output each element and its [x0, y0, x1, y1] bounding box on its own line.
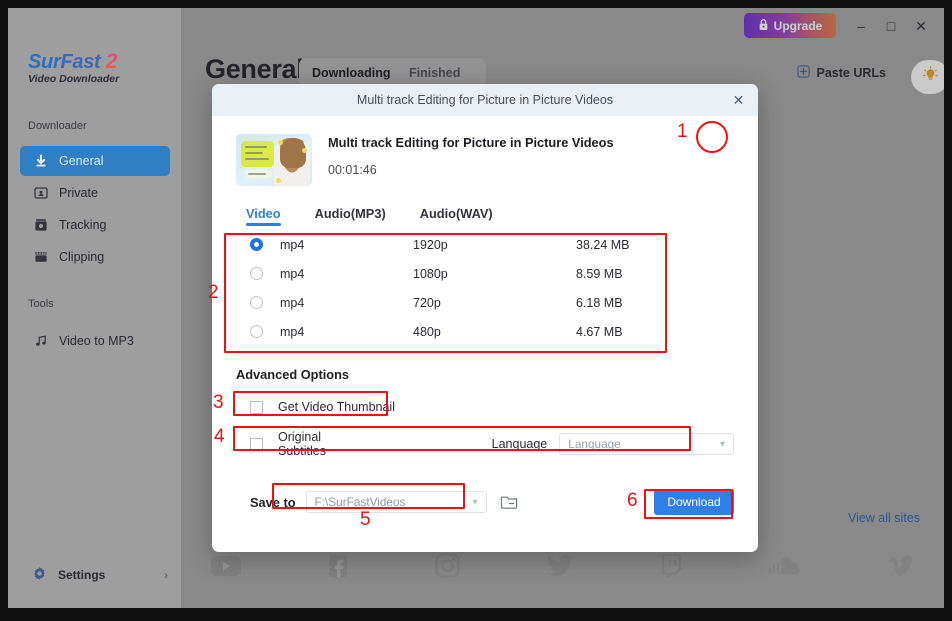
video-thumbnail	[236, 134, 312, 186]
tab-video[interactable]: Video	[246, 206, 281, 226]
row-format: mp4	[280, 266, 305, 281]
close-icon[interactable]: ✕	[729, 91, 748, 110]
dialog-body: Multi track Editing for Picture in Pictu…	[212, 116, 758, 515]
original-subtitles-label: Original Subtitles	[278, 430, 326, 458]
table-row[interactable]: mp4 1920p 38.24 MB	[236, 230, 734, 259]
save-to-row: Save to F:\SurFastVideos ▾ Download	[236, 489, 734, 515]
checkbox[interactable]	[250, 437, 263, 451]
app-window: SurFast 2 Video Downloader Downloader Ge…	[8, 8, 944, 608]
sidebar-item-label: Clipping	[59, 250, 105, 264]
row-resolution: 1920p	[413, 237, 448, 252]
video-meta: Multi track Editing for Picture in Pictu…	[328, 134, 614, 177]
row-size: 8.59 MB	[576, 266, 623, 281]
video-duration: 00:01:46	[328, 163, 377, 177]
format-tab-group: Video Audio(MP3) Audio(WAV)	[236, 206, 734, 226]
dialog-title: Multi track Editing for Picture in Pictu…	[356, 93, 614, 107]
row-resolution: 720p	[413, 295, 441, 310]
logo-text-version: 2	[105, 50, 118, 73]
row-format: mp4	[280, 237, 305, 252]
download-arrow-icon	[33, 154, 48, 169]
gear-icon	[32, 566, 47, 584]
video-title: Multi track Editing for Picture in Pictu…	[328, 135, 614, 150]
music-note-icon	[33, 334, 48, 349]
table-row[interactable]: mp4 720p 6.18 MB	[236, 288, 734, 317]
app-logo: SurFast 2 Video Downloader	[28, 50, 119, 85]
sidebar-item-tracking[interactable]: Tracking	[20, 210, 170, 240]
row-size: 38.24 MB	[576, 237, 630, 252]
download-dialog: Multi track Editing for Picture in Pictu…	[212, 84, 758, 552]
logo-text-fast: Fast	[60, 51, 101, 73]
get-video-thumbnail-row[interactable]: Get Video Thumbnail	[236, 395, 734, 419]
radio-button[interactable]	[250, 267, 263, 280]
folder-open-icon[interactable]	[500, 493, 520, 511]
row-resolution: 1080p	[413, 266, 448, 281]
tab-audio-mp3[interactable]: Audio(MP3)	[315, 206, 386, 226]
sidebar-item-label: General	[59, 154, 104, 168]
save-path-value: F:\SurFastVideos	[314, 495, 406, 509]
row-format: mp4	[280, 324, 305, 339]
sidebar-item-settings[interactable]: Settings ›	[32, 564, 168, 586]
chevron-down-icon: ▾	[719, 438, 725, 450]
logo-subtitle: Video Downloader	[28, 73, 120, 85]
original-subtitles-row[interactable]: Original Subtitles Language Language ▾	[236, 430, 734, 458]
settings-label: Settings	[58, 568, 106, 582]
sidebar-item-video-to-mp3[interactable]: Video to MP3	[20, 326, 170, 356]
row-format: mp4	[280, 295, 305, 310]
row-size: 4.67 MB	[576, 324, 623, 339]
radio-button[interactable]	[250, 296, 263, 309]
row-resolution: 480p	[413, 324, 441, 339]
table-row[interactable]: mp4 1080p 8.59 MB	[236, 259, 734, 288]
language-label: Language	[491, 437, 548, 451]
tab-audio-wav[interactable]: Audio(WAV)	[420, 206, 493, 226]
tracking-camera-icon	[33, 218, 48, 233]
video-info-row: Multi track Editing for Picture in Pictu…	[236, 116, 734, 186]
download-button[interactable]: Download	[654, 489, 734, 515]
sidebar-item-label: Video to MP3	[59, 334, 134, 348]
sidebar-item-clipping[interactable]: Clipping	[20, 242, 170, 272]
quality-list: mp4 1920p 38.24 MB mp4 1080p 8.59 MB mp4…	[236, 230, 734, 346]
checkbox[interactable]	[250, 400, 263, 414]
save-path-select[interactable]: F:\SurFastVideos ▾	[305, 491, 487, 513]
private-window-icon	[33, 186, 48, 201]
radio-button[interactable]	[250, 325, 263, 338]
table-row[interactable]: mp4 480p 4.67 MB	[236, 317, 734, 346]
sidebar-section-downloader: Downloader	[28, 120, 87, 132]
chevron-down-icon: ▾	[472, 496, 478, 508]
sidebar-item-private[interactable]: Private	[20, 178, 170, 208]
get-video-thumbnail-label: Get Video Thumbnail	[278, 400, 395, 414]
chevron-right-icon: ›	[164, 568, 168, 582]
sidebar-item-label: Tracking	[59, 218, 107, 232]
row-size: 6.18 MB	[576, 295, 623, 310]
radio-button[interactable]	[250, 238, 263, 251]
dialog-header: Multi track Editing for Picture in Pictu…	[212, 84, 758, 116]
screenshot-root: SurFast 2 Video Downloader Downloader Ge…	[0, 0, 952, 621]
save-to-label: Save to	[250, 494, 296, 510]
logo-text-sur: Sur	[28, 51, 61, 73]
language-select[interactable]: Language ▾	[559, 433, 734, 455]
sidebar-item-general[interactable]: General	[20, 146, 170, 176]
sidebar: SurFast 2 Video Downloader Downloader Ge…	[8, 8, 181, 608]
language-select-value: Language	[568, 437, 621, 451]
sidebar-section-tools: Tools	[28, 298, 54, 310]
sidebar-item-label: Private	[59, 186, 98, 200]
advanced-options-title: Advanced Options	[236, 367, 350, 382]
clipping-film-icon	[33, 250, 48, 265]
